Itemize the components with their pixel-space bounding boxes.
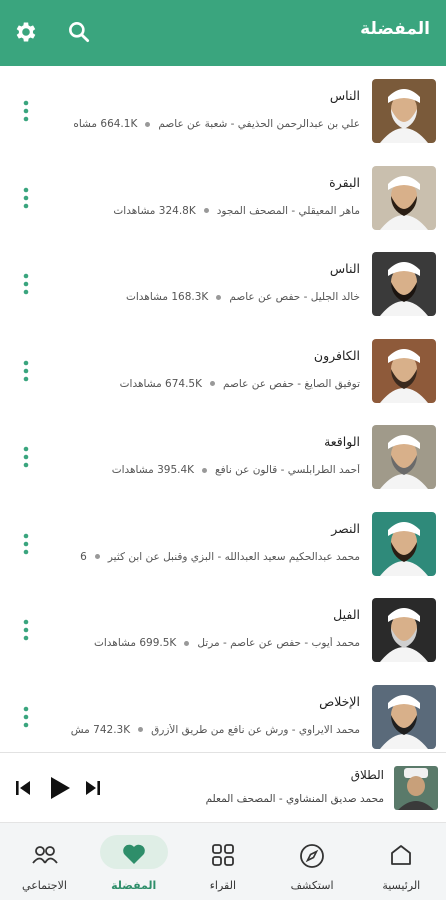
compass-icon: [299, 843, 325, 873]
nav-label: الاجتماعي: [22, 879, 67, 892]
reciter-thumbnail: [372, 598, 436, 662]
item-subtitle-line: ماهر المعيقلي - المصحف المجود 324.8K مشاه…: [44, 205, 360, 217]
bottom-navigation: الاجتماعي المفضلة القراء استكشف الرئيسية: [0, 822, 446, 900]
separator-dot: [184, 640, 190, 646]
item-subtitle: علي بن عبدالرحمن الحذيفي - شعبة عن عاصم: [158, 118, 360, 130]
more-vert-icon[interactable]: [20, 533, 32, 555]
more-vert-icon[interactable]: [20, 619, 32, 641]
separator-dot: [203, 208, 209, 213]
skip-previous-icon[interactable]: [14, 775, 32, 805]
top-app-bar: المفضلة: [0, 0, 446, 66]
nav-item-grid[interactable]: القراء: [178, 823, 267, 900]
list-item[interactable]: الكافرون توفيق الصايغ - حفص عن عاصم 674.5…: [0, 326, 446, 413]
search-icon[interactable]: [66, 19, 92, 45]
page-title: المفضلة: [360, 19, 430, 39]
reciter-thumbnail: [372, 79, 436, 143]
reciter-thumbnail: [372, 338, 436, 403]
item-subtitle-line: خالد الجليل - حفص عن عاصم 168.3K مشاهدات: [44, 291, 360, 303]
item-title: الفيل: [333, 607, 360, 622]
more-vert-icon[interactable]: [20, 706, 32, 728]
player-title: الطلاق: [350, 768, 384, 782]
nav-item-home[interactable]: الرئيسية: [357, 823, 446, 900]
skip-next-icon[interactable]: [84, 775, 102, 805]
nav-label: استكشف: [290, 879, 334, 892]
more-vert-icon[interactable]: [20, 187, 32, 209]
more-vert-icon[interactable]: [20, 273, 32, 295]
more-vert-icon[interactable]: [20, 446, 32, 468]
player-thumbnail: [394, 766, 438, 810]
list-item[interactable]: الناس علي بن عبدالرحمن الحذيفي - شعبة عن…: [0, 66, 446, 153]
app-root: المفضلة الناس علي بن عبدالرحمن الحذيفي -…: [0, 0, 446, 900]
reciter-thumbnail: [372, 165, 436, 230]
separator-dot: [138, 727, 144, 732]
item-views: 168.3K مشاهدات: [125, 291, 209, 303]
home-icon: [389, 843, 413, 871]
separator-dot: [216, 294, 222, 300]
item-views: 742.3K مش: [70, 723, 131, 736]
item-subtitle-line: محمد الايراوي - ورش عن نافع من طريق الأز…: [44, 724, 360, 736]
separator-dot: [202, 467, 208, 473]
item-title: الناس: [329, 88, 360, 103]
item-subtitle: خالد الجليل - حفص عن عاصم: [229, 291, 360, 303]
more-vert-icon[interactable]: [20, 360, 32, 382]
item-views: 674.5K مشاهدات: [119, 377, 202, 390]
separator-dot: [210, 381, 215, 386]
item-subtitle: توفيق الصايغ - حفص عن عاصم: [223, 377, 360, 390]
list-item[interactable]: الإخلاص محمد الايراوي - ورش عن نافع من ط…: [0, 672, 446, 753]
item-views: 324.8K مشاهدات: [113, 204, 196, 217]
item-views: 664.1K مشاه: [73, 118, 138, 130]
item-title: الكافرون: [313, 347, 360, 363]
reciter-thumbnail: [372, 425, 436, 489]
item-subtitle: محمد عبدالحكيم سعيد العبدالله - البزي وق…: [107, 550, 360, 563]
item-title: الناس: [329, 261, 360, 276]
nav-item-heart[interactable]: المفضلة: [89, 823, 178, 900]
item-views: 6: [80, 550, 87, 563]
item-subtitle-line: محمد أيوب - حفص عن عاصم - مرتل 699.5K مشا…: [44, 637, 360, 649]
list-item[interactable]: النصر محمد عبدالحكيم سعيد العبدالله - ال…: [0, 499, 446, 586]
item-subtitle-line: توفيق الصايغ - حفص عن عاصم 674.5K مشاهدات: [44, 378, 360, 390]
favorites-list[interactable]: الناس علي بن عبدالرحمن الحذيفي - شعبة عن…: [0, 66, 446, 752]
more-vert-icon[interactable]: [20, 100, 32, 122]
separator-dot: [145, 121, 151, 127]
item-title: النصر: [331, 520, 360, 536]
people-icon: [31, 843, 59, 871]
player-subtitle: محمد صديق المنشاوي - المصحف المعلم: [205, 793, 384, 805]
item-views: 395.4K مشاهدات: [111, 464, 195, 476]
item-subtitle: محمد الايراوي - ورش عن نافع من طريق الأز…: [151, 723, 360, 736]
mini-player[interactable]: الطلاق محمد صديق المنشاوي - المصحف المعل…: [0, 752, 446, 822]
item-subtitle: محمد أيوب - حفص عن عاصم - مرتل: [197, 637, 360, 649]
item-views: 699.5K مشاهدات: [93, 637, 177, 649]
item-subtitle-line: أحمد الطرابلسي - قالون عن نافع 395.4K مشا…: [44, 464, 360, 476]
reciter-thumbnail: [372, 684, 436, 749]
list-item[interactable]: البقرة ماهر المعيقلي - المصحف المجود 324.…: [0, 153, 446, 240]
list-item[interactable]: الواقعة أحمد الطرابلسي - قالون عن نافع 39…: [0, 412, 446, 499]
list-item[interactable]: الناس خالد الجليل - حفص عن عاصم 168.3K مش…: [0, 239, 446, 326]
item-subtitle: أحمد الطرابلسي - قالون عن نافع: [215, 464, 360, 476]
play-icon[interactable]: [46, 775, 72, 805]
grid-icon: [211, 843, 235, 871]
nav-label: الرئيسية: [382, 879, 421, 892]
heart-icon: [122, 843, 146, 869]
reciter-thumbnail: [372, 511, 436, 576]
item-title: البقرة: [329, 174, 360, 190]
item-title: الإخلاص: [319, 693, 360, 709]
item-subtitle-line: محمد عبدالحكيم سعيد العبدالله - البزي وق…: [44, 551, 360, 563]
reciter-thumbnail: [372, 252, 436, 316]
item-title: الواقعة: [324, 434, 360, 449]
list-item[interactable]: الفيل محمد أيوب - حفص عن عاصم - مرتل 699.…: [0, 585, 446, 672]
nav-item-people[interactable]: الاجتماعي: [0, 823, 89, 900]
separator-dot: [94, 554, 100, 559]
nav-item-compass[interactable]: استكشف: [268, 823, 357, 900]
nav-label: المفضلة: [111, 879, 157, 892]
item-subtitle-line: علي بن عبدالرحمن الحذيفي - شعبة عن عاصم 6…: [44, 118, 360, 130]
item-subtitle: ماهر المعيقلي - المصحف المجود: [216, 204, 360, 217]
nav-label: القراء: [209, 879, 237, 892]
settings-icon[interactable]: [13, 19, 39, 45]
